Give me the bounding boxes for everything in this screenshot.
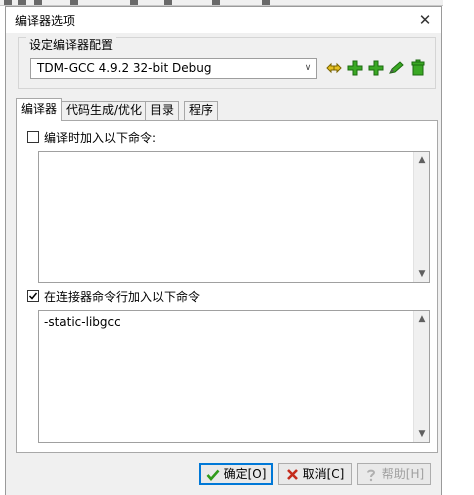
add-profile-button[interactable] xyxy=(345,57,365,79)
scroll-down-icon[interactable]: ▼ xyxy=(414,426,430,442)
plus-icon xyxy=(368,60,384,76)
delete-profile-button[interactable] xyxy=(408,57,428,79)
background-toolbar-mark xyxy=(130,0,138,5)
edit-pencil-icon xyxy=(389,61,404,74)
background-toolbar-mark xyxy=(4,0,12,5)
rename-profile-alt-button[interactable] xyxy=(387,57,407,79)
background-toolbar-mark xyxy=(212,0,220,5)
plus-icon xyxy=(347,60,363,76)
ok-button[interactable]: 确定[O] xyxy=(199,463,273,485)
scroll-up-icon[interactable]: ▲ xyxy=(414,311,430,327)
help-button-label: 帮助[H] xyxy=(381,467,425,481)
rename-profile-button[interactable] xyxy=(324,57,344,79)
compiler-select[interactable]: TDM-GCC 4.9.2 32-bit Debug ∨ xyxy=(30,58,317,79)
chevron-down-icon: ∨ xyxy=(304,63,312,73)
background-toolbar-mark xyxy=(262,0,270,5)
linker-commands-textarea[interactable]: -static-libgcc ▲ ▼ xyxy=(38,310,430,443)
background-toolbar-mark xyxy=(18,0,26,5)
config-group-label: 设定编译器配置 xyxy=(26,36,117,53)
background-toolbar-mark xyxy=(34,0,42,5)
tab-programs[interactable]: 程序 xyxy=(184,101,219,120)
close-button[interactable]: ✕ xyxy=(412,9,438,31)
compile-commands-scrollbar[interactable]: ▲ ▼ xyxy=(413,152,429,282)
close-icon: ✕ xyxy=(418,11,432,29)
cancel-button-label: 取消[C] xyxy=(302,467,345,481)
help-button[interactable]: 帮助[H] xyxy=(357,463,431,485)
compiler-options-dialog: 编译器选项 ✕ 设定编译器配置 TDM-GCC 4.9.2 32-bit Deb… xyxy=(5,6,442,495)
checkmark-icon xyxy=(206,469,220,481)
compiler-tab-panel: 编译时加入以下命令: ▲ ▼ 在连接器命令行加入以下命令 -static-lib… xyxy=(16,120,438,453)
linker-commands-scrollbar[interactable]: ▲ ▼ xyxy=(413,311,429,442)
rename-profile-icon xyxy=(326,62,342,74)
background-toolbar-mark xyxy=(164,0,172,5)
compile-commands-checkbox[interactable] xyxy=(27,131,39,143)
checkmark-icon xyxy=(28,292,38,300)
title-bar: 编译器选项 ✕ xyxy=(6,7,441,33)
linker-commands-checkbox[interactable] xyxy=(27,290,39,302)
compile-commands-textarea[interactable]: ▲ ▼ xyxy=(38,151,430,283)
tab-compiler[interactable]: 编译器 xyxy=(16,98,63,121)
ok-button-label: 确定[O] xyxy=(223,467,267,481)
compile-commands-label: 编译时加入以下命令: xyxy=(44,131,157,145)
background-toolbar-mark xyxy=(70,0,78,5)
copy-profile-button[interactable] xyxy=(366,57,386,79)
linker-commands-label: 在连接器命令行加入以下命令 xyxy=(44,290,201,304)
scroll-up-icon[interactable]: ▲ xyxy=(414,152,430,168)
help-question-icon xyxy=(366,469,375,481)
trash-icon xyxy=(411,59,425,76)
cancel-button[interactable]: 取消[C] xyxy=(278,463,352,485)
tab-directories[interactable]: 目录 xyxy=(145,101,180,120)
scroll-down-icon[interactable]: ▼ xyxy=(414,266,430,282)
desktop-background xyxy=(443,0,474,495)
window-title: 编译器选项 xyxy=(15,14,76,28)
compiler-select-value: TDM-GCC 4.9.2 32-bit Debug xyxy=(37,61,212,75)
tab-code-generation[interactable]: 代码生成/优化 xyxy=(61,101,148,120)
linker-commands-text: -static-libgcc xyxy=(44,315,121,329)
cancel-x-icon xyxy=(286,469,298,480)
